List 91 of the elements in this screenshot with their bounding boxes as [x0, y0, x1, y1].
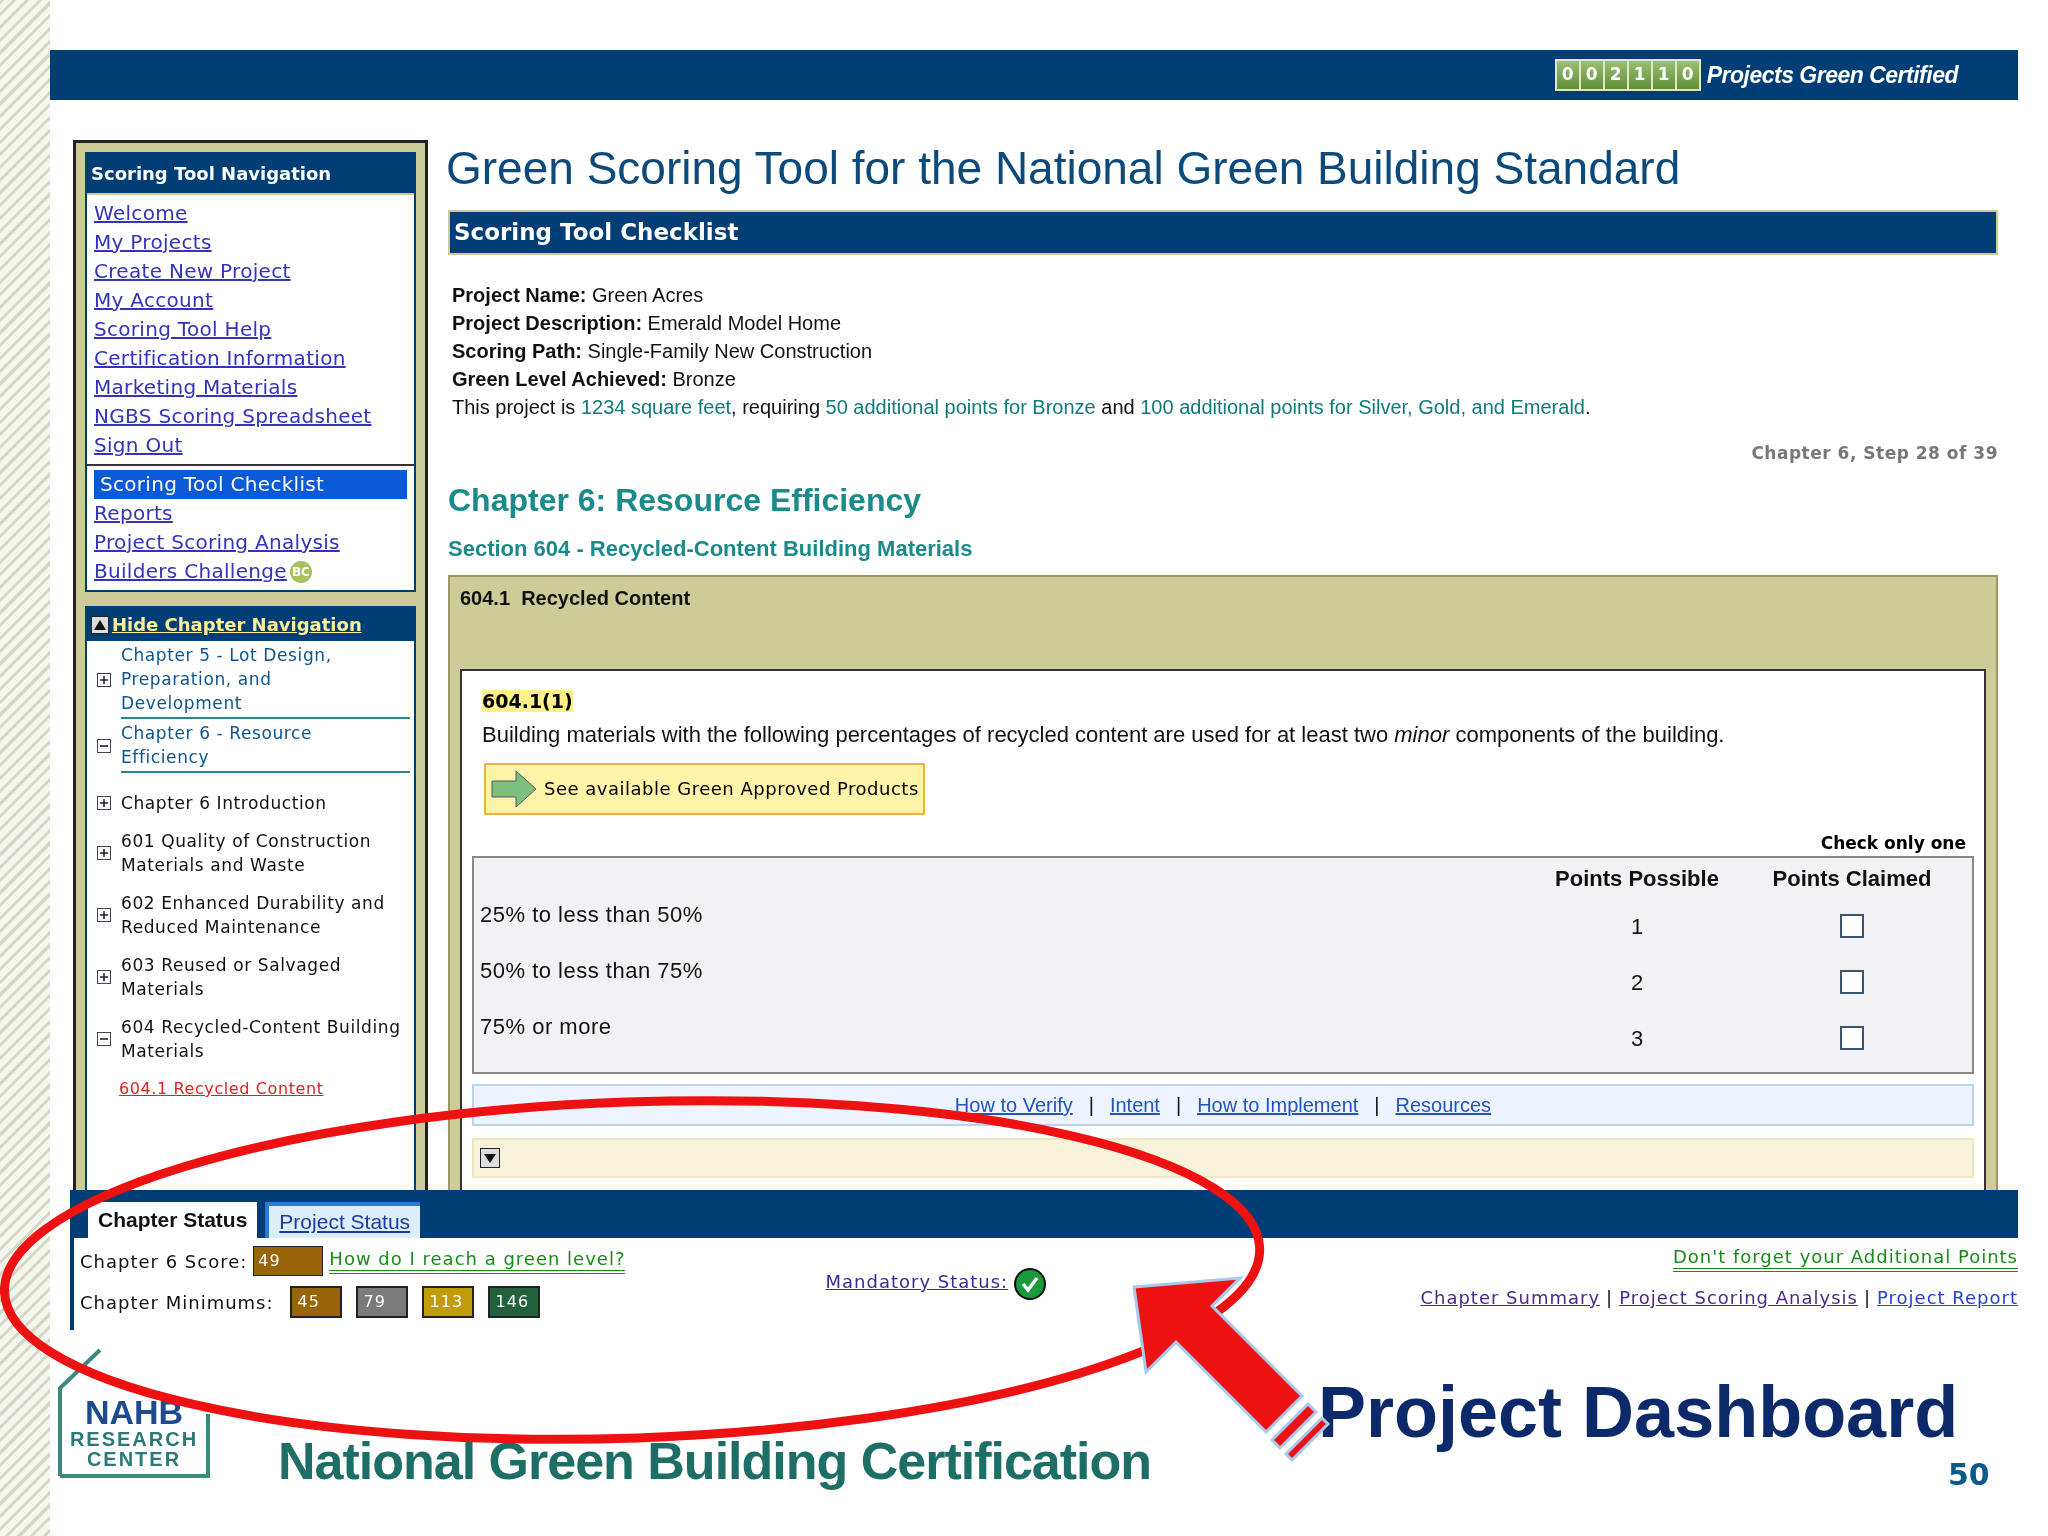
plus-icon[interactable] — [97, 846, 111, 860]
option-label: 75% or more — [479, 1013, 613, 1041]
footer-title: National Green Building Certification — [278, 1431, 1152, 1492]
separator: | — [1088, 1093, 1094, 1118]
practice-description: Building materials with the following percentages of recycled content are used for at least two minor components of the building. — [481, 720, 1726, 749]
logo-text: CENTER — [86, 1449, 182, 1469]
report-link[interactable]: Chapter Summary — [1420, 1284, 1601, 1311]
table-note: Check only one — [1820, 831, 1967, 855]
points-value: 3 — [1629, 1024, 1645, 1053]
help-link[interactable]: Intent — [1109, 1090, 1160, 1120]
chapter-link[interactable]: Chapter 5 - Lot Design, Preparation, and Development — [121, 641, 410, 719]
practice-code: 604.1(1) — [482, 690, 573, 712]
points-value: 2 — [1629, 968, 1645, 997]
minus-icon[interactable] — [97, 1032, 111, 1046]
navigation-title: Scoring Tool Navigation — [87, 154, 414, 195]
requirement-note: This project is 1234 square feet, requiring 50 additional points for Bronze and 100 additional points for Silver, Gold, and Emerald. — [452, 394, 1592, 420]
help-link[interactable]: Resources — [1395, 1090, 1492, 1120]
plus-icon[interactable] — [97, 908, 111, 922]
option-label: 25% to less than 50% — [479, 901, 704, 929]
nav-link[interactable]: Sign Out — [94, 431, 407, 460]
help-link[interactable]: How do I reach a green level? — [329, 1248, 626, 1274]
step-indicator: Chapter 6, Step 28 of 39 — [1750, 441, 1998, 465]
nav-link[interactable]: Certification Information — [94, 344, 407, 373]
dashboard-tab[interactable]: Chapter Status — [88, 1202, 258, 1238]
collapse-icon[interactable] — [91, 615, 109, 634]
separator: | — [1374, 1093, 1380, 1118]
points-value: 1 — [1629, 912, 1645, 941]
option-label: 50% to less than 75% — [479, 957, 704, 985]
help-link[interactable]: How to Verify — [954, 1090, 1073, 1120]
nav-link[interactable]: Welcome — [94, 199, 407, 228]
mandatory-status-link[interactable]: Mandatory Status: — [825, 1268, 1009, 1295]
dashboard-tab[interactable]: Project Status — [265, 1202, 421, 1238]
arrow-icon — [490, 768, 538, 809]
expand-icon[interactable] — [480, 1148, 500, 1168]
section-link[interactable]: 602 Enhanced Durability and Reduced Maintenance — [121, 891, 410, 939]
plus-icon[interactable] — [97, 673, 111, 687]
score-badge: 49 — [253, 1246, 324, 1276]
section-heading: Section 604 - Recycled-Content Building Materials — [448, 535, 974, 563]
level-badge: 146 — [487, 1286, 540, 1318]
project-info-line: Scoring Path: Single-Family New Construction — [452, 338, 874, 364]
minimums-label: Chapter Minimums: — [80, 1290, 274, 1315]
nav-link[interactable]: Reports — [94, 499, 407, 528]
project-info-line: Project Description: Emerald Model Home — [452, 310, 842, 336]
certified-counter: 0 0 2 1 1 0 — [1554, 59, 1701, 91]
minus-icon[interactable] — [97, 739, 111, 753]
products-button[interactable]: See available Green Approved Products — [484, 762, 925, 815]
separator: | — [1606, 1286, 1614, 1310]
nav-link[interactable]: My Projects — [94, 228, 407, 257]
chapter-heading: Chapter 6: Resource Efficiency — [448, 481, 923, 520]
plus-icon[interactable] — [97, 970, 111, 984]
project-info-line: Project Name: Green Acres — [452, 282, 705, 308]
nav-item-selected[interactable]: Scoring Tool Checklist — [94, 470, 407, 499]
separator: | — [1863, 1286, 1871, 1310]
nav-link[interactable]: Project Scoring Analysis — [94, 528, 407, 557]
logo-text: NAHB — [84, 1395, 184, 1429]
section-link[interactable]: 601 Quality of Construction Materials and Waste — [121, 829, 410, 877]
section-link[interactable]: 603 Reused or Salvaged Materials — [121, 953, 410, 1001]
counter-label: Projects Green Certified — [1706, 60, 1958, 90]
subsection-link[interactable]: 604.1 Recycled Content — [97, 1077, 410, 1101]
separator: | — [1175, 1093, 1182, 1118]
report-link[interactable]: Project Scoring Analysis — [1619, 1284, 1858, 1311]
practice-heading: 604.1 Recycled Content — [460, 586, 692, 611]
level-badge: 45 — [289, 1286, 342, 1318]
column-header: Points Possible — [1554, 865, 1720, 893]
report-link[interactable]: Project Report — [1877, 1284, 2018, 1311]
section-link[interactable]: 604 Recycled-Content Building Materials — [121, 1015, 410, 1063]
checkbox[interactable] — [1840, 1026, 1864, 1050]
checklist-bar: Scoring Tool Checklist — [448, 210, 1998, 255]
section-link[interactable]: Chapter 6 Introduction — [121, 791, 410, 815]
nav-link[interactable]: Builders Challenge — [94, 557, 287, 586]
page-number: 50 — [1948, 1456, 1990, 1494]
score-label: Chapter 6 Score: — [80, 1249, 248, 1274]
checkbox[interactable] — [1840, 914, 1864, 938]
nav-link[interactable]: Scoring Tool Help — [94, 315, 407, 344]
slide-caption: Project Dashboard — [1318, 1371, 1959, 1454]
additional-points-link[interactable]: Don't forget your Additional Points — [1672, 1246, 2018, 1272]
project-info-line: Green Level Achieved: Bronze — [452, 366, 737, 392]
badge: BC — [289, 560, 312, 583]
page-title: Green Scoring Tool for the National Green Building Standard — [446, 141, 1682, 196]
column-header: Points Claimed — [1771, 865, 1933, 893]
level-badge: 79 — [355, 1286, 408, 1318]
nav-link[interactable]: My Account — [94, 286, 407, 315]
level-badge: 113 — [421, 1286, 474, 1318]
checkbox[interactable] — [1840, 970, 1864, 994]
help-link[interactable]: How to Implement — [1197, 1090, 1359, 1120]
plus-icon[interactable] — [97, 796, 111, 810]
nav-link[interactable]: Create New Project — [94, 257, 407, 286]
nav-link[interactable]: Marketing Materials — [94, 373, 407, 402]
chapter-link[interactable]: Chapter 6 - Resource Efficiency — [121, 719, 410, 773]
logo-text: RESEARCH — [69, 1429, 199, 1449]
nav-link[interactable]: NGBS Scoring Spreadsheet — [94, 402, 407, 431]
